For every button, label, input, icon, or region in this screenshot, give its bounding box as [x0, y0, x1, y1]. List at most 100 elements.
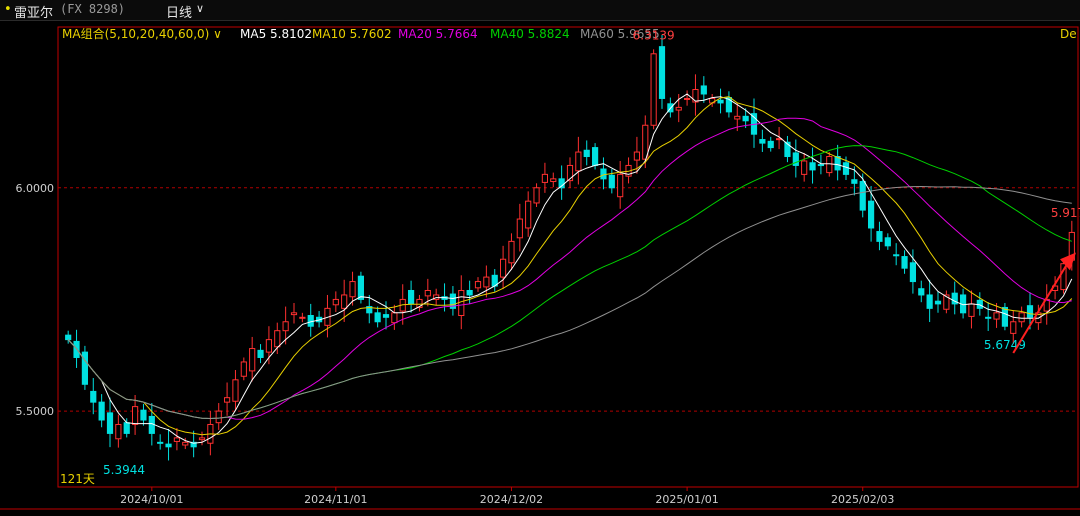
chevron-down-icon[interactable]: ∨: [196, 2, 204, 15]
title-bar: • 雷亚尔 (FX 8298) 日线 ∨: [0, 0, 1080, 21]
candle-body[interactable]: [968, 303, 975, 317]
candle-body[interactable]: [182, 441, 189, 446]
candle-body[interactable]: [115, 423, 122, 440]
price-annotation: 5.9172: [1051, 206, 1080, 220]
y-tick-label: 6.0000: [16, 182, 55, 195]
candle-body[interactable]: [65, 334, 72, 341]
candle-body[interactable]: [131, 406, 139, 425]
candle-body[interactable]: [801, 160, 808, 175]
candle-body[interactable]: [734, 115, 741, 120]
candle-body[interactable]: [341, 294, 348, 309]
candle-body[interactable]: [257, 349, 264, 358]
candle-body[interactable]: [140, 409, 147, 421]
candle-body[interactable]: [1018, 312, 1025, 323]
candle-body[interactable]: [332, 298, 339, 306]
candle-body[interactable]: [742, 115, 749, 122]
candle-body[interactable]: [767, 140, 774, 149]
candle-body[interactable]: [826, 156, 833, 174]
candle-body[interactable]: [382, 314, 390, 318]
candle-body[interactable]: [274, 330, 281, 348]
candle-body[interactable]: [299, 316, 306, 319]
candle-body[interactable]: [466, 289, 473, 296]
candle-body[interactable]: [516, 218, 523, 239]
candle-body[interactable]: [842, 162, 850, 175]
candle-body[interactable]: [508, 240, 515, 264]
candle-body[interactable]: [391, 312, 398, 324]
candle-body[interactable]: [1026, 305, 1034, 318]
candle-body[interactable]: [499, 258, 507, 278]
candle-body[interactable]: [809, 162, 816, 171]
status-dot-icon: •: [4, 2, 12, 17]
candle-body[interactable]: [290, 312, 298, 316]
candle-body[interactable]: [1001, 306, 1009, 327]
candle-body[interactable]: [223, 397, 231, 403]
candle-body[interactable]: [918, 288, 925, 296]
candle-body[interactable]: [282, 321, 289, 332]
candle-body[interactable]: [876, 231, 883, 242]
candle-body[interactable]: [525, 200, 532, 229]
candle-body[interactable]: [349, 281, 356, 298]
candle-body[interactable]: [165, 443, 172, 448]
candle-body[interactable]: [608, 174, 615, 189]
candle-body[interactable]: [90, 390, 97, 403]
candle-body[interactable]: [583, 149, 590, 158]
candle-body[interactable]: [650, 53, 657, 126]
ma-group-selector[interactable]: MA组合(5,10,20,40,60,0) ∨: [62, 26, 222, 41]
candle-body[interactable]: [98, 401, 105, 421]
candle-body[interactable]: [759, 139, 766, 144]
candle-body[interactable]: [884, 237, 891, 247]
x-tick-label: 2024/12/02: [480, 493, 543, 506]
ma-legend-item: MA10 5.7602: [312, 27, 392, 41]
candle-body[interactable]: [474, 281, 482, 289]
candle-body[interactable]: [240, 361, 247, 377]
candle-body[interactable]: [407, 289, 415, 305]
candle-body[interactable]: [550, 178, 557, 183]
candle-body[interactable]: [265, 339, 273, 353]
candle-body[interactable]: [591, 147, 599, 166]
candle-body[interactable]: [851, 179, 858, 184]
candle-body[interactable]: [817, 164, 825, 167]
candle-body[interactable]: [458, 289, 465, 317]
candle-body[interactable]: [859, 181, 866, 211]
candle-body[interactable]: [893, 254, 900, 257]
candle-body[interactable]: [909, 262, 917, 283]
ma-line-10: [67, 96, 1073, 436]
candle-body[interactable]: [157, 441, 164, 444]
candle-body[interactable]: [717, 99, 724, 104]
candle-body[interactable]: [106, 412, 114, 434]
candlestick-chart[interactable]: 6.0000 5.5000 2024/10/01 2024/11/01 2024/12/…: [0, 21, 1080, 516]
x-tick-label: 2024/10/01: [120, 493, 183, 506]
candle-body[interactable]: [658, 46, 666, 99]
candle-body[interactable]: [249, 348, 256, 372]
candle-body[interactable]: [198, 437, 206, 441]
candle-body[interactable]: [374, 312, 381, 323]
candle-body[interactable]: [700, 85, 707, 95]
candle-body[interactable]: [123, 422, 130, 434]
candle-body[interactable]: [533, 187, 540, 204]
candle-body[interactable]: [215, 410, 222, 424]
candle-body[interactable]: [926, 294, 933, 309]
candle-body[interactable]: [232, 379, 239, 402]
candle-body[interactable]: [934, 300, 942, 305]
price-annotation: 6.3139: [633, 29, 675, 43]
candle-body[interactable]: [633, 151, 641, 161]
candle-body[interactable]: [357, 275, 365, 300]
candle-body[interactable]: [617, 173, 624, 198]
candle-body[interactable]: [600, 168, 607, 180]
period-selector[interactable]: 日线: [166, 2, 192, 21]
candle-body[interactable]: [993, 312, 1000, 320]
candle-body[interactable]: [901, 256, 908, 269]
candle-body[interactable]: [575, 151, 582, 172]
candle-body[interactable]: [483, 276, 490, 288]
candle-body[interactable]: [683, 97, 691, 100]
candle-body[interactable]: [867, 200, 875, 229]
candle-body[interactable]: [541, 173, 549, 183]
candle-body[interactable]: [173, 437, 181, 442]
candle-body[interactable]: [1010, 321, 1017, 334]
candle-body[interactable]: [985, 316, 992, 319]
candle-body[interactable]: [424, 289, 431, 297]
candle-body[interactable]: [307, 315, 314, 327]
candle-body[interactable]: [675, 106, 682, 111]
price-annotation: 5.3944: [103, 463, 145, 477]
candle-body[interactable]: [81, 351, 89, 385]
